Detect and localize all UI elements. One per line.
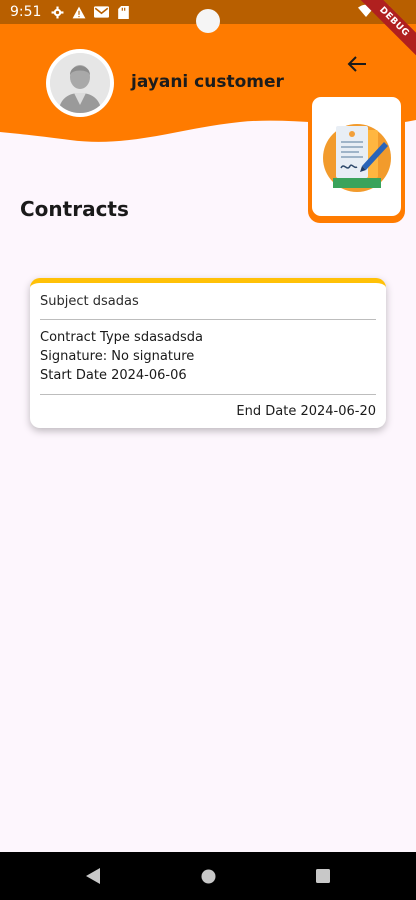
contract-card[interactable]: Subject dsadas Contract Type sdasadsda S… <box>30 278 386 428</box>
contract-signature: Signature: No signature <box>40 349 195 364</box>
gear-icon <box>49 4 65 20</box>
navigation-bar <box>0 852 416 900</box>
contract-document-icon <box>322 123 391 192</box>
home-circle-icon <box>201 869 215 883</box>
divider <box>40 394 376 395</box>
user-name: jayani customer <box>131 72 284 92</box>
sd-card-icon <box>115 4 131 20</box>
back-triangle-icon <box>86 868 100 884</box>
user-placeholder-icon <box>50 53 110 113</box>
arrow-left-icon <box>347 56 366 72</box>
nav-back-button[interactable] <box>83 866 103 886</box>
nav-recents-button[interactable] <box>313 866 333 886</box>
status-time: 9:51 <box>10 4 42 20</box>
avatar[interactable] <box>46 49 114 117</box>
contract-end-date: End Date 2024-06-20 <box>236 404 376 419</box>
recents-square-icon <box>316 869 330 883</box>
back-button[interactable] <box>344 52 370 76</box>
contract-subject: Subject dsadas <box>40 294 139 309</box>
nav-home-button[interactable] <box>198 866 218 886</box>
contract-type: Contract Type sdasadsda <box>40 330 204 345</box>
gmail-icon <box>93 4 109 20</box>
alert-icon <box>71 4 87 20</box>
contract-badge <box>308 93 405 223</box>
contract-start-date: Start Date 2024-06-06 <box>40 368 187 383</box>
camera-cutout <box>196 9 220 33</box>
page-title: Contracts <box>20 197 129 221</box>
divider <box>40 319 376 320</box>
